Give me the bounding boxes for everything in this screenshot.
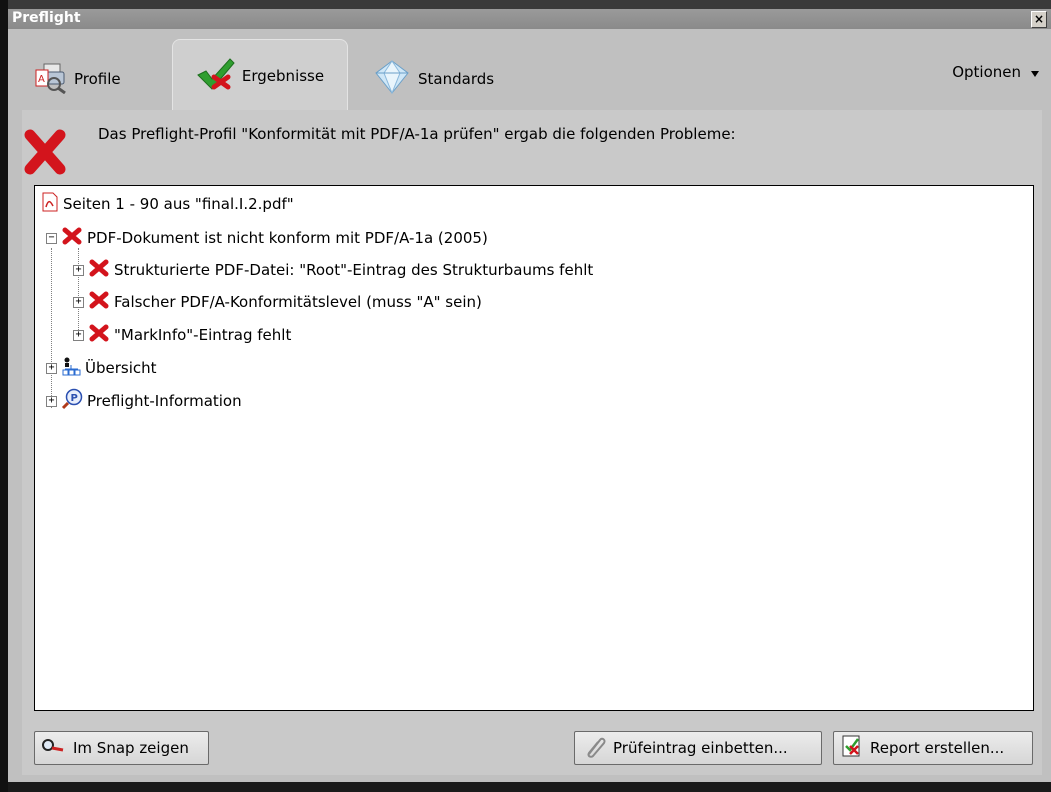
report-icon xyxy=(840,734,864,762)
pdf-icon xyxy=(41,192,59,216)
tree-group[interactable]: − PDF-Dokument ist nicht konform mit PDF… xyxy=(46,226,488,250)
error-x-icon xyxy=(22,129,68,179)
tree-problem-label: Strukturierte PDF-Datei: "Root"-Eintrag … xyxy=(114,261,594,279)
results-tree[interactable]: Seiten 1 - 90 aus "final.I.2.pdf" − PDF-… xyxy=(34,185,1034,711)
tab-profile-label: Profile xyxy=(74,70,121,88)
embed-button[interactable]: Prüfeintrag einbetten... xyxy=(574,731,822,765)
profile-icon: A xyxy=(34,60,68,98)
tab-standards[interactable]: Standards xyxy=(372,49,494,109)
tree-info-label: Preflight-Information xyxy=(87,392,242,410)
expand-icon[interactable]: + xyxy=(73,296,84,308)
paperclip-icon xyxy=(581,734,607,762)
result-message: Das Preflight-Profil "Konformität mit PD… xyxy=(98,125,736,143)
error-x-small-icon xyxy=(88,324,110,346)
dropdown-arrow-icon xyxy=(1031,63,1039,81)
error-x-small-icon xyxy=(88,291,110,313)
tree-info[interactable]: + P Preflight-Information xyxy=(46,388,242,414)
error-x-small-icon xyxy=(88,259,110,281)
magnifier-icon xyxy=(41,738,67,758)
tab-standards-label: Standards xyxy=(418,70,495,88)
diamond-icon xyxy=(372,59,412,99)
tab-ergebnisse-label: Ergebnisse xyxy=(241,67,325,85)
expand-icon[interactable]: + xyxy=(73,329,84,341)
options-menu[interactable]: Optionen xyxy=(952,63,1039,81)
tree-problem-label: Falscher PDF/A-Konformitätslevel (muss "… xyxy=(114,293,482,311)
tab-ergebnisse[interactable]: Ergebnisse xyxy=(172,39,348,112)
error-x-small-icon xyxy=(61,227,83,249)
svg-text:P: P xyxy=(71,393,78,404)
window-title: Preflight xyxy=(12,10,81,26)
svg-text:A: A xyxy=(38,74,45,85)
report-button-label: Report erstellen... xyxy=(870,739,1005,757)
hierarchy-icon xyxy=(61,356,81,380)
checkmark-icon xyxy=(196,57,236,95)
report-button[interactable]: Report erstellen... xyxy=(833,731,1033,765)
top-strip xyxy=(8,0,1051,9)
tree-root-label: Seiten 1 - 90 aus "final.I.2.pdf" xyxy=(63,195,294,213)
embed-button-label: Prüfeintrag einbetten... xyxy=(613,739,788,757)
expand-icon[interactable]: + xyxy=(73,264,84,276)
tree-root[interactable]: Seiten 1 - 90 aus "final.I.2.pdf" xyxy=(41,192,294,216)
tree-overview[interactable]: + Übersicht xyxy=(46,356,157,380)
preflight-info-icon: P xyxy=(61,388,83,414)
collapse-icon[interactable]: − xyxy=(46,232,57,244)
tab-profile[interactable]: A Profile xyxy=(34,49,121,109)
tree-problem[interactable]: + Falscher PDF/A-Konformitätslevel (muss… xyxy=(73,290,482,314)
tree-problem[interactable]: + Strukturierte PDF-Datei: "Root"-Eintra… xyxy=(73,258,593,282)
left-edge xyxy=(0,0,8,792)
options-label: Optionen xyxy=(952,63,1021,81)
snap-button-label: Im Snap zeigen xyxy=(73,739,189,757)
tree-overview-label: Übersicht xyxy=(85,359,157,377)
tree-problem[interactable]: + "MarkInfo"-Eintrag fehlt xyxy=(73,323,291,347)
bottom-strip xyxy=(8,782,1051,792)
expand-icon[interactable]: + xyxy=(46,362,57,374)
snap-button[interactable]: Im Snap zeigen xyxy=(34,731,209,765)
tree-group-label: PDF-Dokument ist nicht konform mit PDF/A… xyxy=(87,229,488,247)
title-bar[interactable]: Preflight × xyxy=(8,9,1051,29)
tree-problem-label: "MarkInfo"-Eintrag fehlt xyxy=(114,326,292,344)
close-button[interactable]: × xyxy=(1031,11,1047,28)
expand-icon[interactable]: + xyxy=(46,395,57,407)
preflight-window: Preflight × A Profile Ergebnisse Standar… xyxy=(8,9,1051,782)
